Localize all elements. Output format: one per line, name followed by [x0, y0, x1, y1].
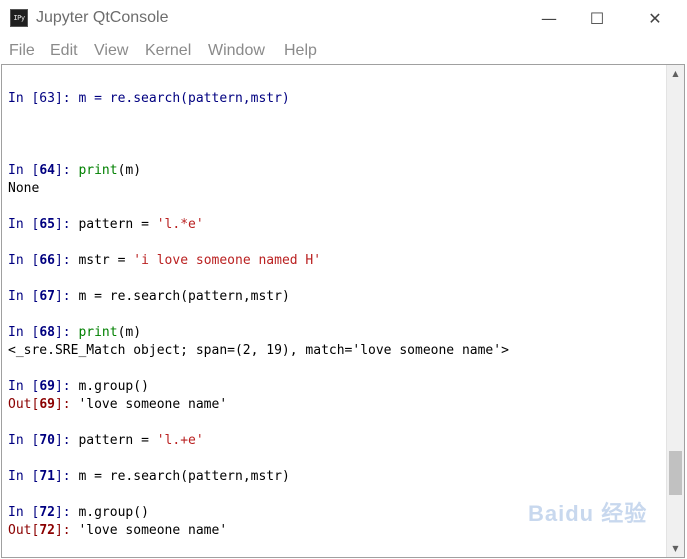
maximize-button[interactable]: ☐ [574, 0, 620, 38]
input-code[interactable]: m = re.search(pattern,mstr) [78, 289, 289, 304]
input-prompt-line[interactable]: In [64]: print(m) [8, 162, 658, 180]
input-prompt: In [72]: [8, 505, 79, 520]
output-value: 'love someone name' [78, 397, 228, 412]
input-prompt: In [65]: [8, 217, 79, 232]
input-prompt-line[interactable]: In [68]: print(m) [8, 324, 658, 342]
output-prompt: Out[69]: [8, 397, 79, 412]
input-code[interactable]: m = re.search(pattern,mstr) [78, 469, 289, 484]
output-value: 'love someone name' [78, 523, 228, 538]
input-code[interactable]: print(m) [78, 163, 141, 178]
input-prompt: In [64]: [8, 163, 79, 178]
scroll-up-arrow-icon[interactable]: ▲ [667, 65, 684, 82]
minimize-button[interactable]: — [526, 0, 572, 38]
input-prompt-line[interactable]: In [65]: pattern = 'l.*e' [8, 216, 658, 234]
input-prompt: In [67]: [8, 289, 79, 304]
input-prompt: In [70]: [8, 433, 79, 448]
menu-view[interactable]: View [94, 42, 128, 60]
input-code[interactable]: pattern = 'l.+e' [78, 433, 203, 448]
baidu-watermark-logo: Baidu 经验 [528, 501, 648, 526]
stdout-line: <_sre.SRE_Match object; span=(2, 19), ma… [8, 343, 509, 358]
menu-kernel[interactable]: Kernel [145, 42, 191, 60]
console-lines: In [63]: m = re.search(pattern,mstr) In … [8, 65, 658, 557]
input-prompt: In [68]: [8, 325, 79, 340]
input-code[interactable]: print(m) [78, 325, 141, 340]
input-prompt: In [69]: [8, 379, 79, 394]
partial-scrolled-line: In [63]: m = re.search(pattern,mstr) [8, 91, 290, 106]
menu-file[interactable]: File [9, 42, 35, 60]
input-code[interactable]: pattern = 'l.*e' [78, 217, 203, 232]
input-prompt-line[interactable]: In [70]: pattern = 'l.+e' [8, 432, 658, 450]
input-prompt: In [66]: [8, 253, 79, 268]
menu-window[interactable]: Window [208, 42, 265, 60]
input-prompt: In [71]: [8, 469, 79, 484]
input-prompt-line[interactable]: In [71]: m = re.search(pattern,mstr) [8, 468, 658, 486]
input-code[interactable]: mstr = 'i love someone named H' [78, 253, 321, 268]
input-code[interactable]: m.group() [78, 379, 148, 394]
input-prompt-line[interactable]: In [66]: mstr = 'i love someone named H' [8, 252, 658, 270]
input-code[interactable]: m.group() [78, 505, 148, 520]
console-output-area[interactable]: In [63]: m = re.search(pattern,mstr) In … [1, 64, 685, 558]
menu-help[interactable]: Help [284, 42, 317, 60]
input-prompt-line[interactable]: In [69]: m.group() [8, 378, 658, 396]
menu-bar: File Edit View Kernel Window Help [0, 38, 687, 64]
scroll-down-arrow-icon[interactable]: ▼ [667, 540, 684, 557]
stdout-line: None [8, 181, 40, 196]
scrollbar-thumb[interactable] [669, 451, 682, 495]
window-title: Jupyter QtConsole [36, 9, 169, 26]
input-prompt-line[interactable]: In [67]: m = re.search(pattern,mstr) [8, 288, 658, 306]
ipython-app-icon: IPy [10, 9, 28, 27]
close-button[interactable]: ✕ [632, 0, 678, 38]
menu-edit[interactable]: Edit [50, 42, 78, 60]
output-prompt: Out[72]: [8, 523, 79, 538]
output-result-line: Out[69]: 'love someone name' [8, 396, 658, 414]
title-bar: IPy Jupyter QtConsole — ☐ ✕ [0, 0, 687, 38]
vertical-scrollbar[interactable]: ▲ ▼ [666, 65, 684, 557]
